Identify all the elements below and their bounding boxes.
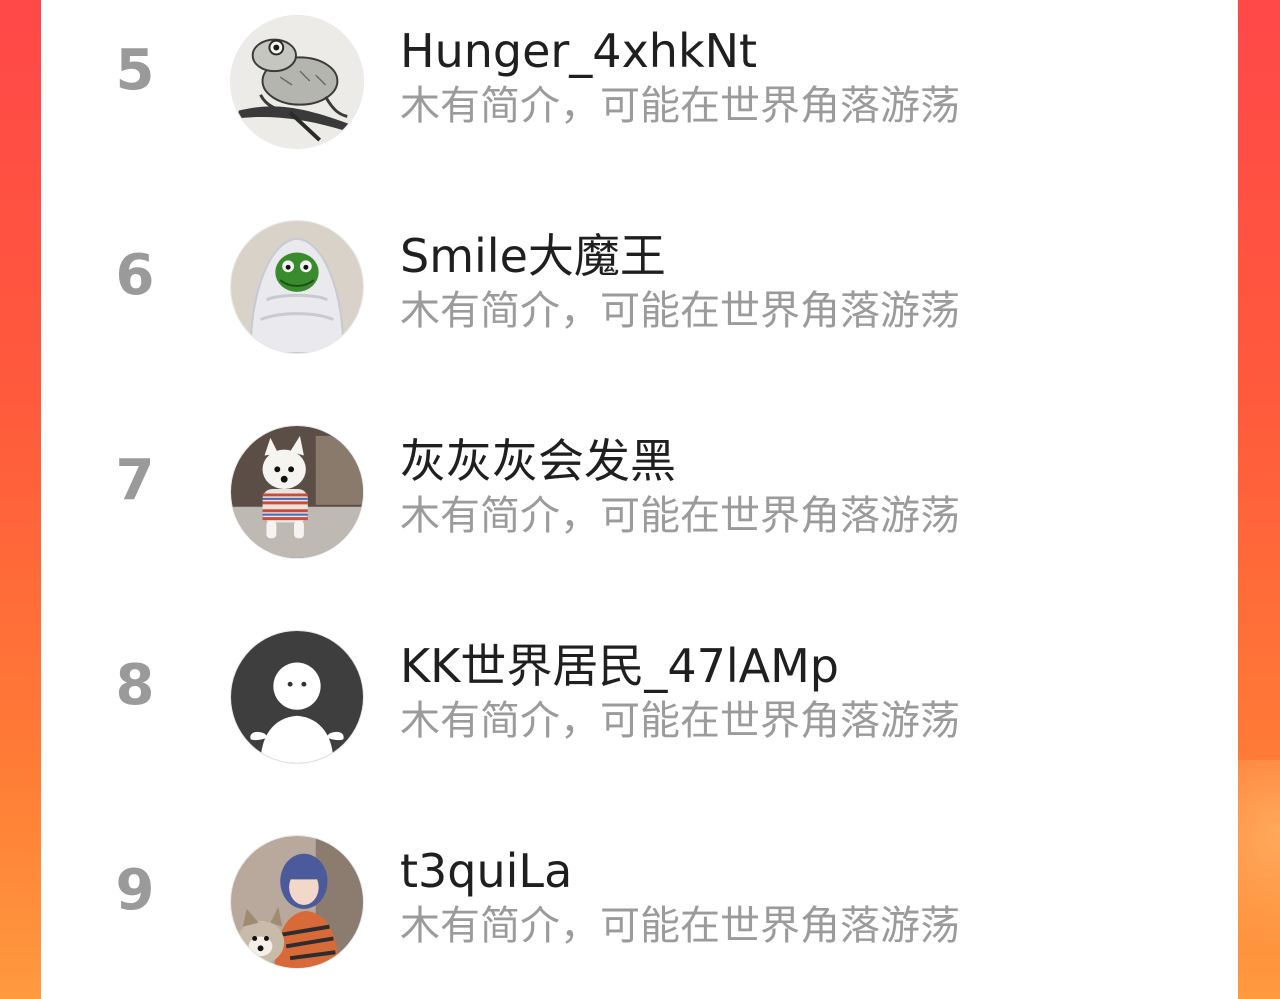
girl-with-dog-avatar[interactable] [230,835,364,969]
user-bio: 木有简介，可能在世界角落游荡 [400,903,960,949]
frog-sketch-avatar[interactable] [230,15,364,149]
ranking-row-5[interactable]: 5 Hunger_4xhkNt 木有简介，可能在世界角落游荡 [41,3,1238,149]
ranking-row-7[interactable]: 7 灰灰灰会发黑 木有简介，可能在世界角落游荡 [41,413,1238,559]
rank-number: 9 [115,858,155,923]
user-name[interactable]: Smile大魔王 [400,230,666,282]
default-user-avatar[interactable] [230,630,364,764]
rank-number: 6 [115,243,155,308]
user-bio: 木有简介，可能在世界角落游荡 [400,83,960,129]
user-name[interactable]: t3quiLa [400,845,572,897]
rank-number: 5 [115,38,155,103]
ranking-row-9[interactable]: 9 t3quiLa 木有简介，可能在世界角落游荡 [41,823,1238,969]
white-dog-avatar[interactable] [230,425,364,559]
user-name[interactable]: 灰灰灰会发黑 [400,435,676,487]
user-bio: 木有简介，可能在世界角落游荡 [400,288,960,334]
user-bio: 木有简介，可能在世界角落游荡 [400,493,960,539]
ranking-row-6[interactable]: 6 Smile大魔王 木有简介，可能在世界角落游荡 [41,208,1238,354]
rank-number: 8 [115,653,155,718]
frog-blanket-avatar[interactable] [230,220,364,354]
user-name[interactable]: KK世界居民_47lAMp [400,640,839,692]
ranking-row-8[interactable]: 8 KK世界居民_47lAMp 木有简介，可能在世界角落游荡 [41,618,1238,764]
user-bio: 木有简介，可能在世界角落游荡 [400,698,960,744]
user-name[interactable]: Hunger_4xhkNt [400,25,757,77]
background-glow [1238,760,1280,999]
ranking-list: 5 Hunger_4xhkNt 木有简介，可能在世界角落游荡 6 Smile大魔… [41,0,1238,999]
rank-number: 7 [115,448,155,513]
